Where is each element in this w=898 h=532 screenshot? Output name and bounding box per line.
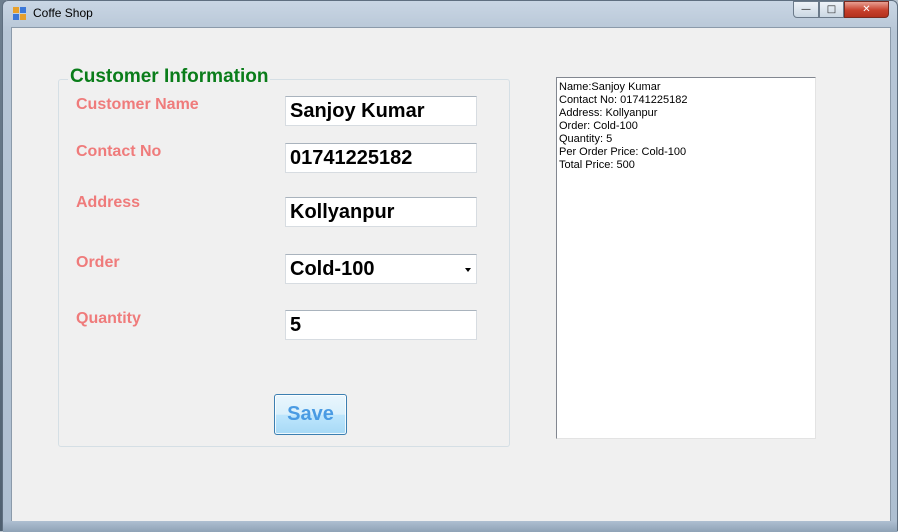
address-input[interactable]: Kollyanpur	[285, 197, 477, 227]
quantity-label: Quantity	[76, 310, 141, 327]
minimize-icon: —	[801, 4, 811, 15]
summary-line: Name:Sanjoy Kumar	[559, 81, 661, 93]
close-icon: ✕	[862, 4, 871, 15]
maximize-icon: □	[826, 4, 837, 15]
app-icon[interactable]	[13, 7, 27, 21]
summary-line: Address: Kollyanpur	[559, 107, 658, 119]
summary-line: Contact No: 01741225182	[559, 94, 688, 106]
save-button-label: Save	[287, 403, 334, 425]
summary-line: Per Order Price: Cold-100	[559, 146, 687, 158]
window-title: Coffe Shop	[33, 6, 93, 20]
order-summary-textbox[interactable]: Name:Sanjoy Kumar Contact No: 0174122518…	[556, 77, 816, 439]
customer-name-input[interactable]: Sanjoy Kumar	[285, 96, 477, 126]
close-button[interactable]: ✕	[844, 1, 889, 18]
order-label: Order	[76, 254, 120, 271]
order-combobox[interactable]: Cold-100	[285, 254, 477, 284]
summary-line: Quantity: 5	[559, 133, 613, 145]
contact-no-label: Contact No	[76, 143, 162, 160]
address-label: Address	[76, 194, 141, 211]
maximize-button[interactable]: □	[819, 1, 844, 18]
form-client-area: Customer Information Customer Name Sanjo…	[11, 27, 891, 523]
main-window: Coffe Shop — □ ✕ Customer Information Cu…	[2, 0, 898, 532]
group-title: Customer Information	[68, 66, 271, 88]
order-selected-value: Cold-100	[290, 258, 375, 280]
quantity-input[interactable]: 5	[285, 310, 477, 340]
window-controls: — □ ✕	[793, 1, 889, 19]
summary-line: Order: Cold-100	[559, 120, 638, 132]
save-button[interactable]: Save	[274, 394, 347, 435]
minimize-button[interactable]: —	[793, 1, 819, 18]
window-bottom-border	[3, 521, 897, 532]
chevron-down-icon[interactable]	[465, 268, 471, 272]
summary-line: Total Price: 500	[559, 159, 635, 171]
customer-name-label: Customer Name	[76, 96, 199, 113]
title-bar[interactable]: Coffe Shop — □ ✕	[3, 1, 897, 27]
contact-no-input[interactable]: 01741225182	[285, 143, 477, 173]
